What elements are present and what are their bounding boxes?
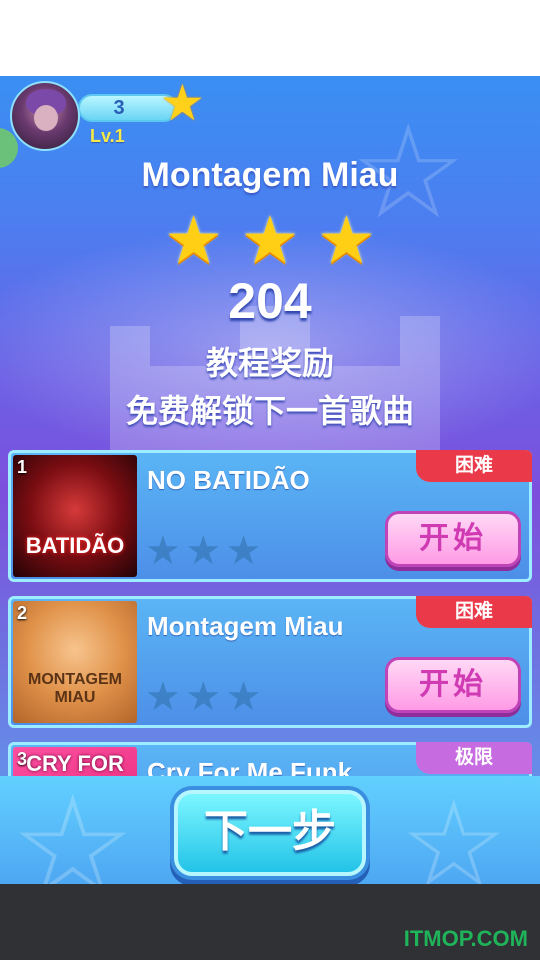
difficulty-badge: 困难 (416, 596, 532, 628)
result-stars: ★ ★ ★ (0, 206, 540, 276)
star-icon: ★ (163, 202, 224, 279)
song-title: NO BATIDÃO (147, 465, 310, 495)
star-icon: ★ (225, 674, 262, 720)
song-stars: ★ ★ ★ (145, 677, 261, 717)
avatar-face (34, 105, 58, 131)
reward-title: 教程奖励 (205, 345, 334, 381)
star-icon: ★ (145, 528, 181, 574)
score: 204 (228, 273, 312, 329)
star-icon: ★ (160, 76, 205, 132)
star-icon: ★ (240, 202, 300, 279)
star-icon: ★ (145, 674, 181, 720)
song-rank: 2 (17, 603, 28, 623)
song-cover: BATIDÃO (13, 455, 137, 577)
song-card[interactable]: BATIDÃO 1 NO BATIDÃO 困难 ★ ★ ★ 开始 (8, 450, 532, 582)
song-cover: MONTAGEM MIAU (13, 601, 137, 723)
star-count: 3 (113, 97, 125, 119)
star-icon: ★ (225, 528, 262, 574)
difficulty-badge: 极限 (416, 742, 532, 774)
song-list[interactable]: BATIDÃO 1 NO BATIDÃO 困难 ★ ★ ★ 开始 MONTAGE… (0, 444, 540, 778)
difficulty-badge: 困难 (416, 450, 532, 482)
song-card[interactable]: MONTAGEM MIAU 2 Montagem Miau 困难 ★ ★ ★ 开… (8, 596, 532, 728)
watermark: ITMOP.COM (403, 926, 528, 951)
cover-text: MONTAGEM MIAU (28, 671, 122, 706)
song-title: Cry For Me Funk (147, 757, 353, 778)
level-label: Lv.1 (90, 126, 125, 146)
song-title: Montagem Miau (147, 611, 344, 641)
status-bar (0, 0, 540, 76)
cover-text: BATIDÃO (25, 533, 125, 558)
reward-subtitle: 免费解锁下一首歌曲 (125, 393, 414, 429)
start-button[interactable]: 开始 (385, 657, 521, 713)
player-header: 3 ★ Lv.1 (0, 76, 540, 156)
star-icon: ★ (185, 674, 222, 720)
star-icon: ★ (185, 528, 222, 574)
result-song-title: Montagem Miau (141, 156, 399, 194)
background-star-icon: ☆ (10, 766, 136, 884)
game-screen: ☆ ☆ ★ 3 ★ Lv.1 Montagem Miau ★ ★ ★ 204 教… (0, 76, 540, 884)
song-stars: ★ ★ ★ (145, 531, 261, 571)
next-button[interactable]: 下一步 (174, 790, 366, 876)
star-icon: ★ (316, 202, 377, 279)
avatar[interactable] (10, 81, 80, 151)
song-rank: 1 (17, 457, 28, 477)
background-star-icon: ☆ (400, 776, 508, 884)
start-button[interactable]: 开始 (385, 511, 521, 567)
